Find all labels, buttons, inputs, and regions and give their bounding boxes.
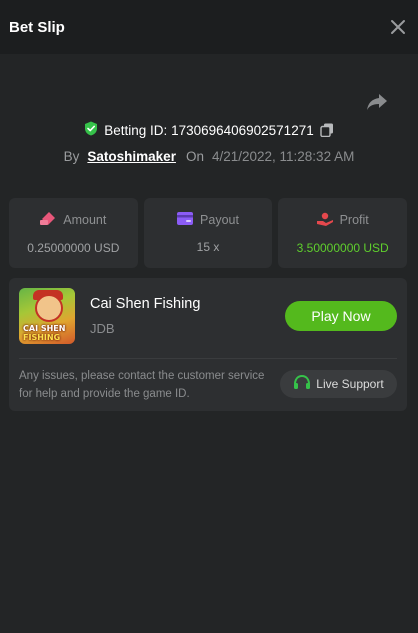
game-name: Cai Shen Fishing <box>90 296 201 312</box>
copy-icon[interactable] <box>320 123 334 138</box>
by-label: By <box>63 148 80 164</box>
support-notice: Any issues, please contact the customer … <box>19 370 265 400</box>
thumb-title-line1: CAI SHEN <box>23 324 66 333</box>
headset-icon <box>293 374 311 394</box>
amount-label: Amount <box>63 213 107 227</box>
profit-card: Profit 3.50000000 USD <box>278 198 408 268</box>
payout-card: Payout 15 x <box>143 198 273 268</box>
game-card: CAI SHEN FISHING Cai Shen Fishing JDB Pl… <box>9 278 407 411</box>
thumb-title-line2: FISHING <box>23 333 61 342</box>
amount-value: 0.25000000 USD <box>27 240 120 255</box>
play-now-button[interactable]: Play Now <box>285 301 397 331</box>
header: Bet Slip <box>0 0 418 54</box>
profit-label: Profit <box>339 213 369 227</box>
amount-card: Amount 0.25000000 USD <box>9 198 138 268</box>
game-provider: JDB <box>90 321 115 336</box>
page-title: Bet Slip <box>9 18 65 36</box>
profit-value: 3.50000000 USD <box>296 240 389 255</box>
payout-value: 15 x <box>196 240 220 254</box>
amount-icon <box>40 211 56 229</box>
game-thumbnail[interactable]: CAI SHEN FISHING <box>19 288 75 344</box>
live-support-label: Live Support <box>316 377 384 391</box>
thumb-face <box>35 294 63 322</box>
username-link[interactable]: Satoshimaker <box>87 149 176 164</box>
profit-icon <box>316 212 333 229</box>
divider <box>19 358 397 359</box>
payout-icon <box>177 212 194 228</box>
verified-shield-icon <box>84 121 98 139</box>
bet-timestamp: 4/21/2022, 11:28:32 AM <box>211 148 355 164</box>
on-label: On <box>185 148 204 164</box>
author-row: By Satoshimaker On 4/21/2022, 11:28:32 A… <box>0 146 418 166</box>
betting-id-row: Betting ID: 1730696406902571271 <box>0 120 418 140</box>
close-icon[interactable] <box>390 19 406 35</box>
live-support-button[interactable]: Live Support <box>280 370 397 398</box>
betting-id: Betting ID: 1730696406902571271 <box>104 122 314 138</box>
share-icon[interactable] <box>366 92 388 112</box>
payout-label: Payout <box>200 213 239 227</box>
stats-row: Amount 0.25000000 USD Payout 15 x Profit… <box>9 198 408 268</box>
